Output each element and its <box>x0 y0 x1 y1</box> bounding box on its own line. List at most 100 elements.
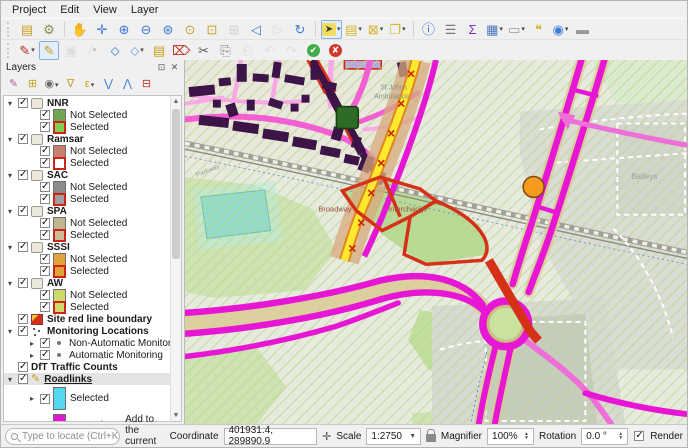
open-data-source-manager-button[interactable]: ▤ <box>17 20 37 39</box>
menu-layer[interactable]: Layer <box>124 3 166 17</box>
layer-item-dft-traffic-counts[interactable]: DfT Traffic Counts <box>4 361 170 373</box>
filter-legend-button[interactable]: ∇ <box>62 76 79 93</box>
expander-icon[interactable] <box>8 99 17 108</box>
coordinate-input[interactable]: 401931.4, 289890.9 <box>223 425 318 447</box>
dropdown-arrow-icon[interactable]: ▾ <box>358 25 362 33</box>
layer-visibility-checkbox[interactable] <box>40 157 50 168</box>
menu-edit[interactable]: Edit <box>53 3 86 17</box>
layer-visibility-checkbox[interactable] <box>18 205 28 216</box>
show-layout-manager-button[interactable]: ⚙ <box>39 20 59 39</box>
layer-item-sssi[interactable]: SSSI <box>4 241 170 253</box>
layer-visibility-checkbox[interactable] <box>40 193 50 204</box>
expander-icon[interactable] <box>8 135 17 144</box>
layer-item-roadlinks[interactable]: ✎Roadlinks <box>4 373 170 385</box>
select-features-by-location-button[interactable]: ❐ ▾ <box>388 20 408 39</box>
scrollbar-thumb[interactable] <box>172 109 180 259</box>
layer-item-sac[interactable]: SAC <box>4 169 170 181</box>
toolbar-handle[interactable] <box>7 42 12 58</box>
layer-visibility-checkbox[interactable] <box>40 145 50 156</box>
dropdown-arrow-icon[interactable]: ▾ <box>337 25 341 33</box>
zoom-full-button[interactable]: ⊛ <box>158 20 178 39</box>
panel-close-button[interactable] <box>168 62 181 74</box>
filter-legend-by-expression-button[interactable]: ε ▾ <box>81 76 98 93</box>
layer-visibility-checkbox[interactable] <box>40 121 50 132</box>
layer-visibility-checkbox[interactable] <box>40 337 50 348</box>
layer-item-not-selected[interactable]: Not Selected <box>4 180 170 194</box>
current-edits-button[interactable]: ✎ ▾ <box>17 41 37 60</box>
layer-visibility-checkbox[interactable] <box>40 253 50 264</box>
identify-features-button[interactable]: ⓘ <box>419 20 439 39</box>
layer-visibility-checkbox[interactable] <box>18 133 28 144</box>
deselect-features-all-layers-button[interactable]: ⊠ ▾ <box>366 20 386 39</box>
expander-icon[interactable] <box>8 375 17 384</box>
add-group-button[interactable]: ⊞ <box>24 76 41 93</box>
layer-visibility-checkbox[interactable] <box>40 349 50 360</box>
dropdown-arrow-icon[interactable]: ▾ <box>91 81 95 89</box>
toggle-extents-icon[interactable]: ✛ <box>322 430 331 443</box>
refresh-map-button[interactable]: ↻ <box>290 20 310 39</box>
manage-map-themes-button[interactable]: ◉ ▾ <box>43 76 60 93</box>
field-calculator-button[interactable]: ☰ <box>441 20 461 39</box>
dropdown-arrow-icon[interactable]: ▾ <box>380 25 384 33</box>
dropdown-arrow-icon[interactable]: ▾ <box>55 81 59 89</box>
modify-attributes-of-selected-features-button[interactable]: ▤ <box>149 41 169 60</box>
dropdown-arrow-icon[interactable]: ▾ <box>31 46 35 54</box>
layer-item-selected[interactable]: Selected <box>4 264 170 278</box>
layer-visibility-checkbox[interactable] <box>18 325 28 336</box>
measure-line-button[interactable]: ▭ ▾ <box>507 20 527 39</box>
layer-visibility-checkbox[interactable] <box>40 289 50 300</box>
layer-visibility-checkbox[interactable] <box>40 109 50 120</box>
rotation-spinbox[interactable]: 0.0 ° ▲ ▼ <box>581 427 629 445</box>
expander-icon[interactable] <box>8 279 17 288</box>
layer-item-selected[interactable]: Selected <box>4 385 170 412</box>
statistical-summary-button[interactable]: Σ <box>463 20 483 39</box>
layer-visibility-checkbox[interactable] <box>40 265 50 276</box>
layer-item-nnr[interactable]: NNR <box>4 97 170 109</box>
layer-visibility-checkbox[interactable] <box>18 373 28 384</box>
zoom-out-button[interactable]: ⊖ <box>136 20 156 39</box>
layer-visibility-checkbox[interactable] <box>18 361 28 372</box>
check-geometries-button[interactable]: ✔ <box>303 41 323 60</box>
scroll-down-icon[interactable]: ▼ <box>171 410 181 421</box>
cancel-edits-button[interactable]: ✘ <box>325 41 345 60</box>
layer-item-aw[interactable]: AW <box>4 277 170 289</box>
render-checkbox[interactable] <box>634 430 645 441</box>
layer-item-site-red-line-boundary[interactable]: Site red line boundary <box>4 313 170 325</box>
scroll-up-icon[interactable]: ▲ <box>171 96 181 107</box>
select-features-by-value-button[interactable]: ▤ ▾ <box>344 20 364 39</box>
lock-scale-icon[interactable] <box>426 429 436 442</box>
magnifier-spinbox[interactable]: 100% ▲ ▼ <box>487 427 534 445</box>
expander-icon[interactable] <box>8 327 17 336</box>
layer-item-non-automatic-monitoring[interactable]: Non-Automatic Monitoring <box>4 337 170 349</box>
spin-arrows-icon[interactable]: ▲ ▼ <box>524 432 529 441</box>
delete-selected-button[interactable]: ⌦ <box>171 41 191 60</box>
menu-project[interactable]: Project <box>5 3 53 17</box>
layer-visibility-checkbox[interactable] <box>40 420 50 421</box>
layer-visibility-checkbox[interactable] <box>18 277 28 288</box>
dropdown-arrow-icon[interactable]: ▾ <box>402 25 406 33</box>
layer-visibility-checkbox[interactable] <box>18 169 28 180</box>
layer-item-not-selected[interactable]: Not Selected <box>4 216 170 230</box>
dropdown-arrow-icon[interactable]: ▾ <box>565 25 569 33</box>
layer-item-automatic-monitoring[interactable]: Automatic Monitoring <box>4 349 170 361</box>
toolbar-handle[interactable] <box>7 21 12 37</box>
map-canvas[interactable]: St Johns Ambulance Broadway Interchange Batl… <box>185 60 687 424</box>
layer-visibility-checkbox[interactable] <box>18 313 28 324</box>
collapse-all-button[interactable]: ⋀ <box>119 76 136 93</box>
expand-all-button[interactable]: ⋁ <box>100 76 117 93</box>
measure-bearing-button[interactable]: ▬ <box>573 20 593 39</box>
open-attribute-table-button[interactable]: ▦ ▾ <box>485 20 505 39</box>
layer-item-selected[interactable]: Selected <box>4 300 170 314</box>
expander-icon[interactable] <box>30 339 39 348</box>
new-spatial-bookmark-button[interactable]: ◉ ▾ <box>551 20 571 39</box>
layer-visibility-checkbox[interactable] <box>40 181 50 192</box>
vertex-tool-all-layers-button[interactable]: ⬦ <box>105 41 125 60</box>
menu-view[interactable]: View <box>86 3 124 17</box>
locator-search-input[interactable]: Type to locate (Ctrl+K) <box>5 427 121 445</box>
layer-visibility-checkbox[interactable] <box>40 229 50 240</box>
layer-visibility-checkbox[interactable] <box>40 301 50 312</box>
dropdown-arrow-icon[interactable]: ▾ <box>140 46 144 54</box>
expander-icon[interactable] <box>30 394 39 403</box>
layer-item-selected[interactable]: Selected <box>4 156 170 170</box>
expander-icon[interactable] <box>8 207 17 216</box>
